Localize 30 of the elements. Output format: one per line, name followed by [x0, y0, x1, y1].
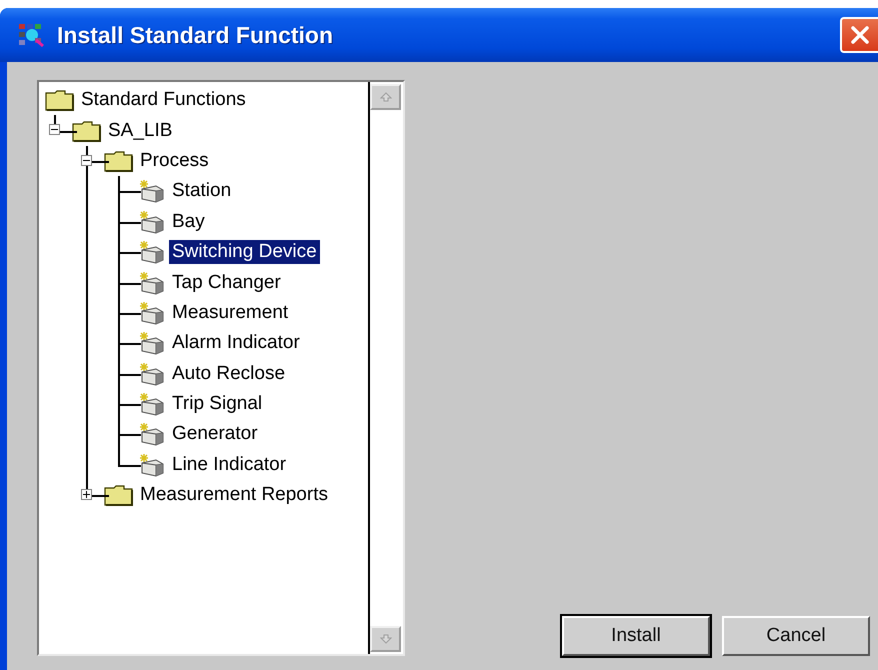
tree-item[interactable]: Tap Changer [169, 270, 284, 295]
expand-toggle[interactable] [81, 489, 92, 500]
tree-item[interactable]: Generator [169, 422, 261, 446]
app-icon [18, 23, 46, 47]
dialog-button[interactable]: Install [562, 616, 710, 656]
plus-icon [82, 490, 91, 500]
tree-item[interactable]: Measurement Reports [137, 483, 331, 508]
close-icon [849, 24, 871, 46]
tree-item[interactable]: SA_LIB [105, 118, 176, 143]
tree-item[interactable]: Bay [169, 210, 208, 234]
close-button[interactable] [840, 17, 878, 53]
dialog-button[interactable]: Cancel [722, 616, 870, 656]
tree-item[interactable]: Standard Functions [78, 88, 249, 112]
collapse-toggle[interactable] [81, 154, 92, 166]
tree-item[interactable]: Station [169, 179, 234, 204]
up-arrow-icon [380, 92, 392, 102]
tree-item[interactable]: Alarm Indicator [169, 331, 303, 356]
tree-item[interactable]: Line Indicator [169, 452, 290, 477]
tree-item[interactable]: Switching Device [169, 240, 320, 264]
tree-item[interactable]: Trip Signal [169, 392, 266, 416]
tree-item[interactable]: Process [137, 148, 212, 173]
tree-item[interactable]: Measurement [169, 300, 292, 325]
folder-icon [72, 118, 102, 143]
tree-item[interactable]: Auto Reclose [169, 362, 288, 386]
folder-icon [104, 483, 134, 508]
window-title: Install Standard Function [57, 22, 334, 48]
down-arrow-icon [380, 634, 392, 644]
folder-icon [45, 88, 75, 112]
folder-icon [104, 148, 134, 173]
collapse-toggle[interactable] [49, 124, 60, 136]
